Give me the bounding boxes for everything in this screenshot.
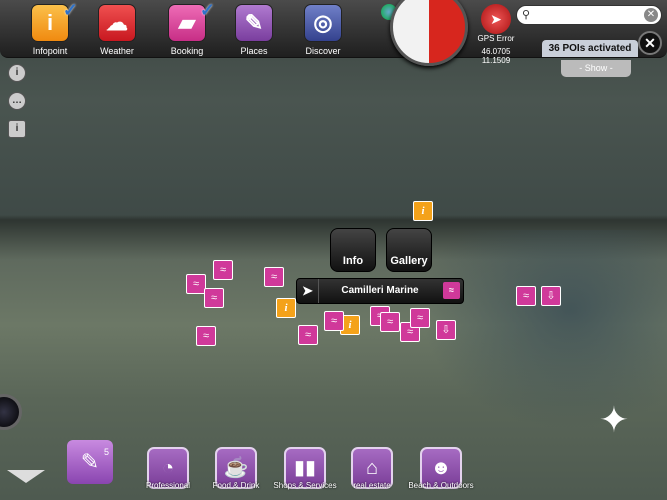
info-icon[interactable]: i (8, 120, 26, 138)
category-professional[interactable]: ◔ Professional (146, 447, 190, 490)
toolbar-weather[interactable]: ☁ Weather (97, 4, 137, 56)
info-icon: i ✓ (31, 0, 78, 42)
pushpin-icon: ✎ (80, 449, 100, 474)
category-shops-services[interactable]: ▮▮ Shops & Services (273, 447, 337, 490)
poi-name-bar[interactable]: ➤ Camilleri Marine ≈ (296, 278, 464, 304)
toolbar-discover[interactable]: ◎ Discover (303, 4, 343, 56)
pois-activated-label: 36 POIs activated (542, 40, 638, 57)
category-beach-outdoors[interactable]: ☻ Beach & Outdoors (408, 447, 474, 490)
poi-marker[interactable]: ≈ (516, 286, 536, 306)
poi-marker[interactable]: ≈ (410, 308, 430, 328)
places-button[interactable]: ✎ 5 (67, 440, 113, 484)
poi-name: Camilleri Marine (341, 285, 419, 296)
poi-marker-info[interactable]: i (276, 298, 296, 318)
check-icon: ✓ (62, 0, 78, 20)
poi-marker[interactable]: ≈ (213, 260, 233, 280)
search-input[interactable]: ⚲ ✕ (516, 5, 662, 25)
pushpin-icon: ✎ (235, 4, 273, 42)
poi-marker[interactable]: ≈ (324, 311, 344, 331)
poi-marker[interactable]: ≈ (186, 274, 206, 294)
category-real-estate[interactable]: ⌂ real estate (350, 447, 394, 490)
category-food-drink[interactable]: ☕ Food & Drink (213, 447, 259, 490)
gps-latitude: 46.0705 (481, 47, 511, 56)
suitcase-icon: ▰ ✓ (168, 0, 215, 42)
gallery-button[interactable]: Gallery (386, 228, 432, 272)
gps-status[interactable]: ➤ GPS Error 46.0705 11.1509 (476, 4, 516, 65)
poi-marker[interactable]: ≈ (380, 312, 400, 332)
poi-marker[interactable]: ≈ (298, 325, 318, 345)
poi-marker[interactable]: ≈ (204, 288, 224, 308)
poi-marker[interactable]: ≈ (196, 326, 216, 346)
toolbar-infopoint[interactable]: i ✓ Infopoint (30, 0, 78, 56)
toolbar-places[interactable]: ✎ Places (234, 4, 274, 56)
gps-arrow-icon: ➤ (481, 4, 511, 34)
info-button[interactable]: Info (330, 228, 376, 272)
poi-marker-beach[interactable]: ⇩ (436, 320, 456, 340)
show-button[interactable]: - Show - (561, 60, 631, 77)
chat-icon[interactable]: … (8, 92, 26, 110)
poi-category-icon: ≈ (443, 282, 460, 299)
search-icon: ⚲ (522, 9, 531, 21)
gps-longitude: 11.1509 (481, 56, 511, 65)
poi-marker[interactable]: ≈ (264, 267, 284, 287)
info-add-icon[interactable]: i (8, 64, 26, 82)
close-button[interactable]: ✕ (638, 31, 662, 55)
compass-icon: ◎ (304, 4, 342, 42)
compass-rose-icon[interactable]: ✦ (592, 398, 636, 442)
poi-marker-beach[interactable]: ⇩ (541, 286, 561, 306)
collapse-arrow-icon[interactable] (7, 470, 45, 483)
clear-search-icon[interactable]: ✕ (644, 8, 658, 22)
navigate-arrow-icon[interactable]: ➤ (297, 279, 319, 303)
check-icon: ✓ (199, 0, 215, 20)
toolbar-booking[interactable]: ▰ ✓ Booking (167, 0, 215, 56)
weather-icon: ☁ (98, 4, 136, 42)
places-count-badge: 5 (103, 447, 109, 457)
poi-marker-info[interactable]: i (413, 201, 433, 221)
